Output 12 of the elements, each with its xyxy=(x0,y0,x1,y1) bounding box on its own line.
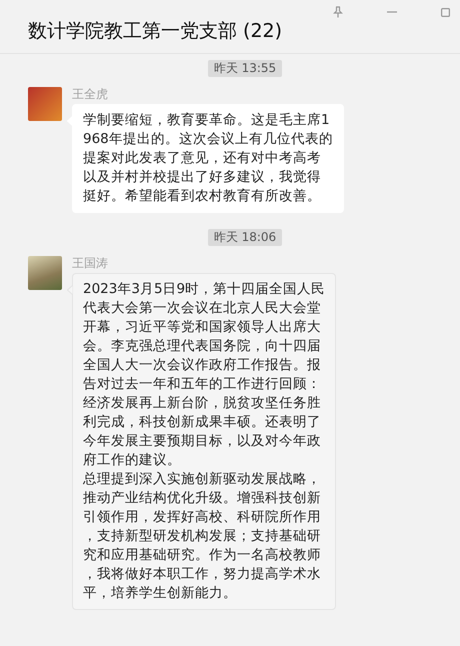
pin-icon[interactable] xyxy=(333,6,343,18)
minimize-icon[interactable] xyxy=(387,11,397,13)
maximize-icon[interactable] xyxy=(441,8,450,16)
message-bubble: 学制要缩短，教育要革命。这是毛主席1 968年提出的。这次会议上有几位代表的 提案对此发表了意见，还有对中考高考 以及并村并校提出了好多建议，我觉得 挺好。希望能看到农村教育有所改善。 xyxy=(72,104,344,213)
window-title: 数计学院教工第一党支部 (22) xyxy=(28,19,282,44)
avatar-picture[interactable] xyxy=(28,256,62,290)
sender-name: 王全虎 xyxy=(72,87,109,101)
timestamp: 昨天 13:55 xyxy=(208,60,282,77)
timestamp: 昨天 18:06 xyxy=(208,229,282,246)
message-bubble: 2023年3月5日9时，第十四届全国人民 代表大会第一次会议在北京人民大会堂 开幕，习近平等党和国家领导人出席大 会。李克强总理代表国务院，向十四届 全国人大一次会议作政府工作报告。报 告对过去一年和五年的工作进行回顾： 经济发展再上新台阶，脱贫攻坚任务胜 利完成，科技创新成果丰硕。还表明了 今年发展主要预期目标，以及对今年政 府工作的建议。 总理提到深入实施创新驱动发展战略， 推动产业结构优化升级。增强科技创新 引领作用，发挥好高校、科研院所作用 ，支持新型研发机构发展；支持基础研 究和应用基础研究。作为一名高校教师 ，我将做好本职工作，努力提高学术水 平，培养学生创新能力。 xyxy=(72,273,336,610)
avatar-picture[interactable] xyxy=(28,87,62,121)
sender-name: 王国涛 xyxy=(72,256,109,270)
